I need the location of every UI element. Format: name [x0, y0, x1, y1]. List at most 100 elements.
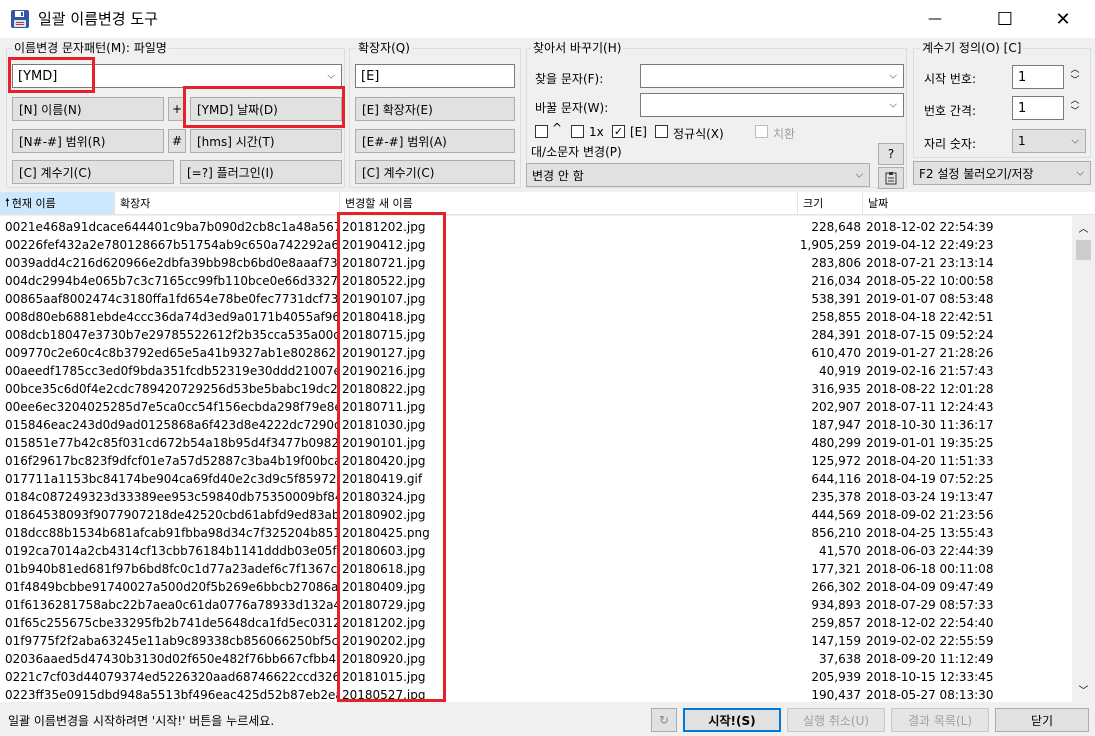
close-dialog-button[interactable]: 닫기: [995, 708, 1089, 732]
current-name-cell: 01f9775f2f2aba63245e11ab9c89338cb8560662…: [5, 634, 338, 648]
results-button[interactable]: 결과 목록(L): [891, 708, 989, 732]
close-button[interactable]: ✕: [1040, 0, 1086, 38]
chevron-down-icon[interactable]: ⌵: [855, 170, 863, 181]
column-date[interactable]: 날짜: [863, 192, 1095, 214]
table-row[interactable]: 01f65c255675cbe33295fb2b741de5648dca1fd5…: [0, 614, 1072, 632]
table-row[interactable]: 018dcc88b1534b681afcab91fbba98d34c7f3252…: [0, 524, 1072, 542]
table-row[interactable]: 0039add4c216d620966e2dbfa39bb98cb6bd0e8a…: [0, 254, 1072, 272]
digits-select[interactable]: 1 ⌵: [1012, 129, 1086, 153]
substitute-option-label: 치환: [773, 127, 796, 141]
start-number-spinner[interactable]: ︿ ﹀: [1068, 65, 1082, 89]
step-spinner[interactable]: ︿ ﹀: [1068, 96, 1082, 120]
table-row[interactable]: 0021e468a91dcace644401c9ba7b090d2cb8c1a4…: [0, 218, 1072, 236]
date-cell: 2018-10-15 12:33:45: [866, 670, 994, 684]
table-row[interactable]: 01f4849bcbbe91740027a500d20f5b269e6bbcb2…: [0, 578, 1072, 596]
date-cell: 2018-04-19 07:52:25: [866, 472, 994, 486]
hash-button[interactable]: #: [168, 129, 186, 153]
step-input[interactable]: 1: [1012, 96, 1064, 120]
insert-range-button[interactable]: [N#-#] 범위(R): [12, 129, 164, 153]
date-cell: 2019-04-12 22:49:23: [866, 238, 994, 252]
column-extension[interactable]: 확장자: [115, 192, 340, 214]
table-row[interactable]: 015846eac243d0d9ad0125868a6f423d8e4222dc…: [0, 416, 1072, 434]
once-checkbox[interactable]: [571, 125, 584, 138]
table-row[interactable]: 0223ff35e0915dbd948a5513bf496eac425d52b8…: [0, 686, 1072, 702]
maximize-button[interactable]: ☐: [982, 0, 1028, 38]
insert-name-button[interactable]: [N] 이름(N): [12, 97, 164, 121]
table-row[interactable]: 017711a1153bc84174be904ca69fd40e2c3d9c5f…: [0, 470, 1072, 488]
vertical-scrollbar[interactable]: ︿ ﹀: [1072, 216, 1095, 702]
scroll-down-icon[interactable]: ﹀: [1072, 682, 1095, 697]
table-row[interactable]: 0184c087249323d33389ee953c59840db7535000…: [0, 488, 1072, 506]
column-new-name[interactable]: 변경할 새 이름: [340, 192, 798, 214]
table-row[interactable]: 00226fef432a2e780128667b51754ab9c650a742…: [0, 236, 1072, 254]
size-cell: 235,378: [811, 490, 861, 504]
clipboard-button[interactable]: [878, 167, 904, 189]
extension-checkbox[interactable]: ✓: [612, 125, 625, 138]
chevron-down-icon[interactable]: ⌵: [1076, 168, 1084, 179]
table-row[interactable]: 0221c7cf03d44079374ed5226320aad68746622c…: [0, 668, 1072, 686]
file-list[interactable]: 0021e468a91dcace644401c9ba7b090d2cb8c1a4…: [0, 216, 1072, 702]
table-row[interactable]: 009770c2e60c4c8b3792ed65e5a41b9327ab1e80…: [0, 344, 1072, 362]
table-row[interactable]: 016f29617bc823f9dfcf01e7a57d52887c3ba4b1…: [0, 452, 1072, 470]
date-cell: 2018-07-15 09:52:24: [866, 328, 994, 342]
date-cell: 2018-07-21 23:13:14: [866, 256, 994, 270]
help-button[interactable]: ?: [878, 143, 904, 165]
chevron-down-icon[interactable]: ⌵: [889, 71, 897, 82]
size-cell: 147,159: [811, 634, 861, 648]
start-number-input[interactable]: 1: [1012, 65, 1064, 89]
table-row[interactable]: 004dc2994b4e065b7c3c7165cc99fb110bce0e66…: [0, 272, 1072, 290]
refresh-button[interactable]: ↻: [651, 708, 677, 732]
case-change-select[interactable]: 변경 안 함 ⌵: [526, 163, 870, 187]
start-number-label: 시작 번호:: [924, 72, 977, 86]
table-row[interactable]: 01f6136281758abc22b7aea0c61da0776a78933d…: [0, 596, 1072, 614]
table-row[interactable]: 02036aaed5d47430b3130d02f650e482f76bb667…: [0, 650, 1072, 668]
chevron-down-icon[interactable]: ⌵: [327, 71, 335, 82]
column-current-name-label: 현재 이름: [11, 197, 56, 210]
insert-counter-button[interactable]: [C] 계수기(C): [12, 160, 174, 184]
find-combo[interactable]: ⌵: [640, 64, 904, 88]
size-cell: 1,905,259: [799, 238, 861, 252]
table-row[interactable]: 00865aaf8002474c3180ffa1fd654e78be0fec77…: [0, 290, 1072, 308]
table-row[interactable]: 01b940b81ed681f97b6bd8fc0c1d77a23adef6c7…: [0, 560, 1072, 578]
size-cell: 37,638: [819, 652, 861, 666]
table-row[interactable]: 00ee6ec3204025285d7e5ca0cc54f156ecbda298…: [0, 398, 1072, 416]
insert-plugin-button[interactable]: [=?] 플러그인(I): [180, 160, 342, 184]
current-name-cell: 015846eac243d0d9ad0125868a6f423d8e4222dc…: [5, 418, 338, 432]
replace-combo[interactable]: ⌵: [640, 93, 904, 117]
date-cell: 2018-09-02 21:23:56: [866, 508, 994, 522]
size-cell: 258,855: [811, 310, 861, 324]
table-row[interactable]: 00aeedf1785cc3ed0f9bda351fcdb52319e30ddd…: [0, 362, 1072, 380]
highlight-new-name-column: [337, 212, 446, 702]
table-row[interactable]: 015851e77b42c85f031cd672b54a18b95d4f3477…: [0, 434, 1072, 452]
undo-button[interactable]: 실행 취소(U): [787, 708, 885, 732]
chevron-down-icon[interactable]: ⌵: [1071, 136, 1079, 147]
extension-input[interactable]: [E]: [355, 64, 515, 88]
insert-time-button[interactable]: [hms] 시간(T): [190, 129, 342, 153]
table-row[interactable]: 0192ca7014a2cb4314cf13cbb76184b1141dddb0…: [0, 542, 1072, 560]
insert-ext-range-button[interactable]: [E#-#] 범위(A): [355, 129, 515, 153]
insert-ext-counter-button[interactable]: [C] 계수기(C): [355, 160, 515, 184]
current-name-cell: 015851e77b42c85f031cd672b54a18b95d4f3477…: [5, 436, 338, 450]
column-current-name[interactable]: 🠕 현재 이름: [0, 192, 115, 214]
scroll-up-icon[interactable]: ︿: [1072, 220, 1095, 235]
minimize-button[interactable]: —: [912, 0, 958, 38]
date-cell: 2018-05-22 10:00:58: [866, 274, 994, 288]
chevron-down-icon[interactable]: ⌵: [889, 100, 897, 111]
insert-extension-button[interactable]: [E] 확장자(E): [355, 97, 515, 121]
date-cell: 2019-02-02 22:55:59: [866, 634, 994, 648]
table-row[interactable]: 008d80eb6881ebde4ccc36da74d3ed9a0171b405…: [0, 308, 1072, 326]
caret-checkbox[interactable]: [535, 125, 548, 138]
size-cell: 216,034: [811, 274, 861, 288]
scroll-thumb[interactable]: [1076, 240, 1091, 260]
table-row[interactable]: 00bce35c6d0f4e2cdc789420729256d53be5babc…: [0, 380, 1072, 398]
current-name-cell: 009770c2e60c4c8b3792ed65e5a41b9327ab1e80…: [5, 346, 338, 360]
settings-select[interactable]: F2 설정 불러오기/저장 ⌵: [913, 161, 1091, 185]
digits-value: 1: [1018, 134, 1026, 148]
start-button[interactable]: 시작!(S): [683, 708, 781, 732]
column-size[interactable]: 크기: [798, 192, 863, 214]
table-row[interactable]: 008dcb18047e3730b7e29785522612f2b35cca53…: [0, 326, 1072, 344]
current-name-cell: 00ee6ec3204025285d7e5ca0cc54f156ecbda298…: [5, 400, 338, 414]
table-row[interactable]: 01f9775f2f2aba63245e11ab9c89338cb8560662…: [0, 632, 1072, 650]
table-row[interactable]: 01864538093f9077907218de42520cbd61abfd9e…: [0, 506, 1072, 524]
regex-checkbox[interactable]: [655, 125, 668, 138]
